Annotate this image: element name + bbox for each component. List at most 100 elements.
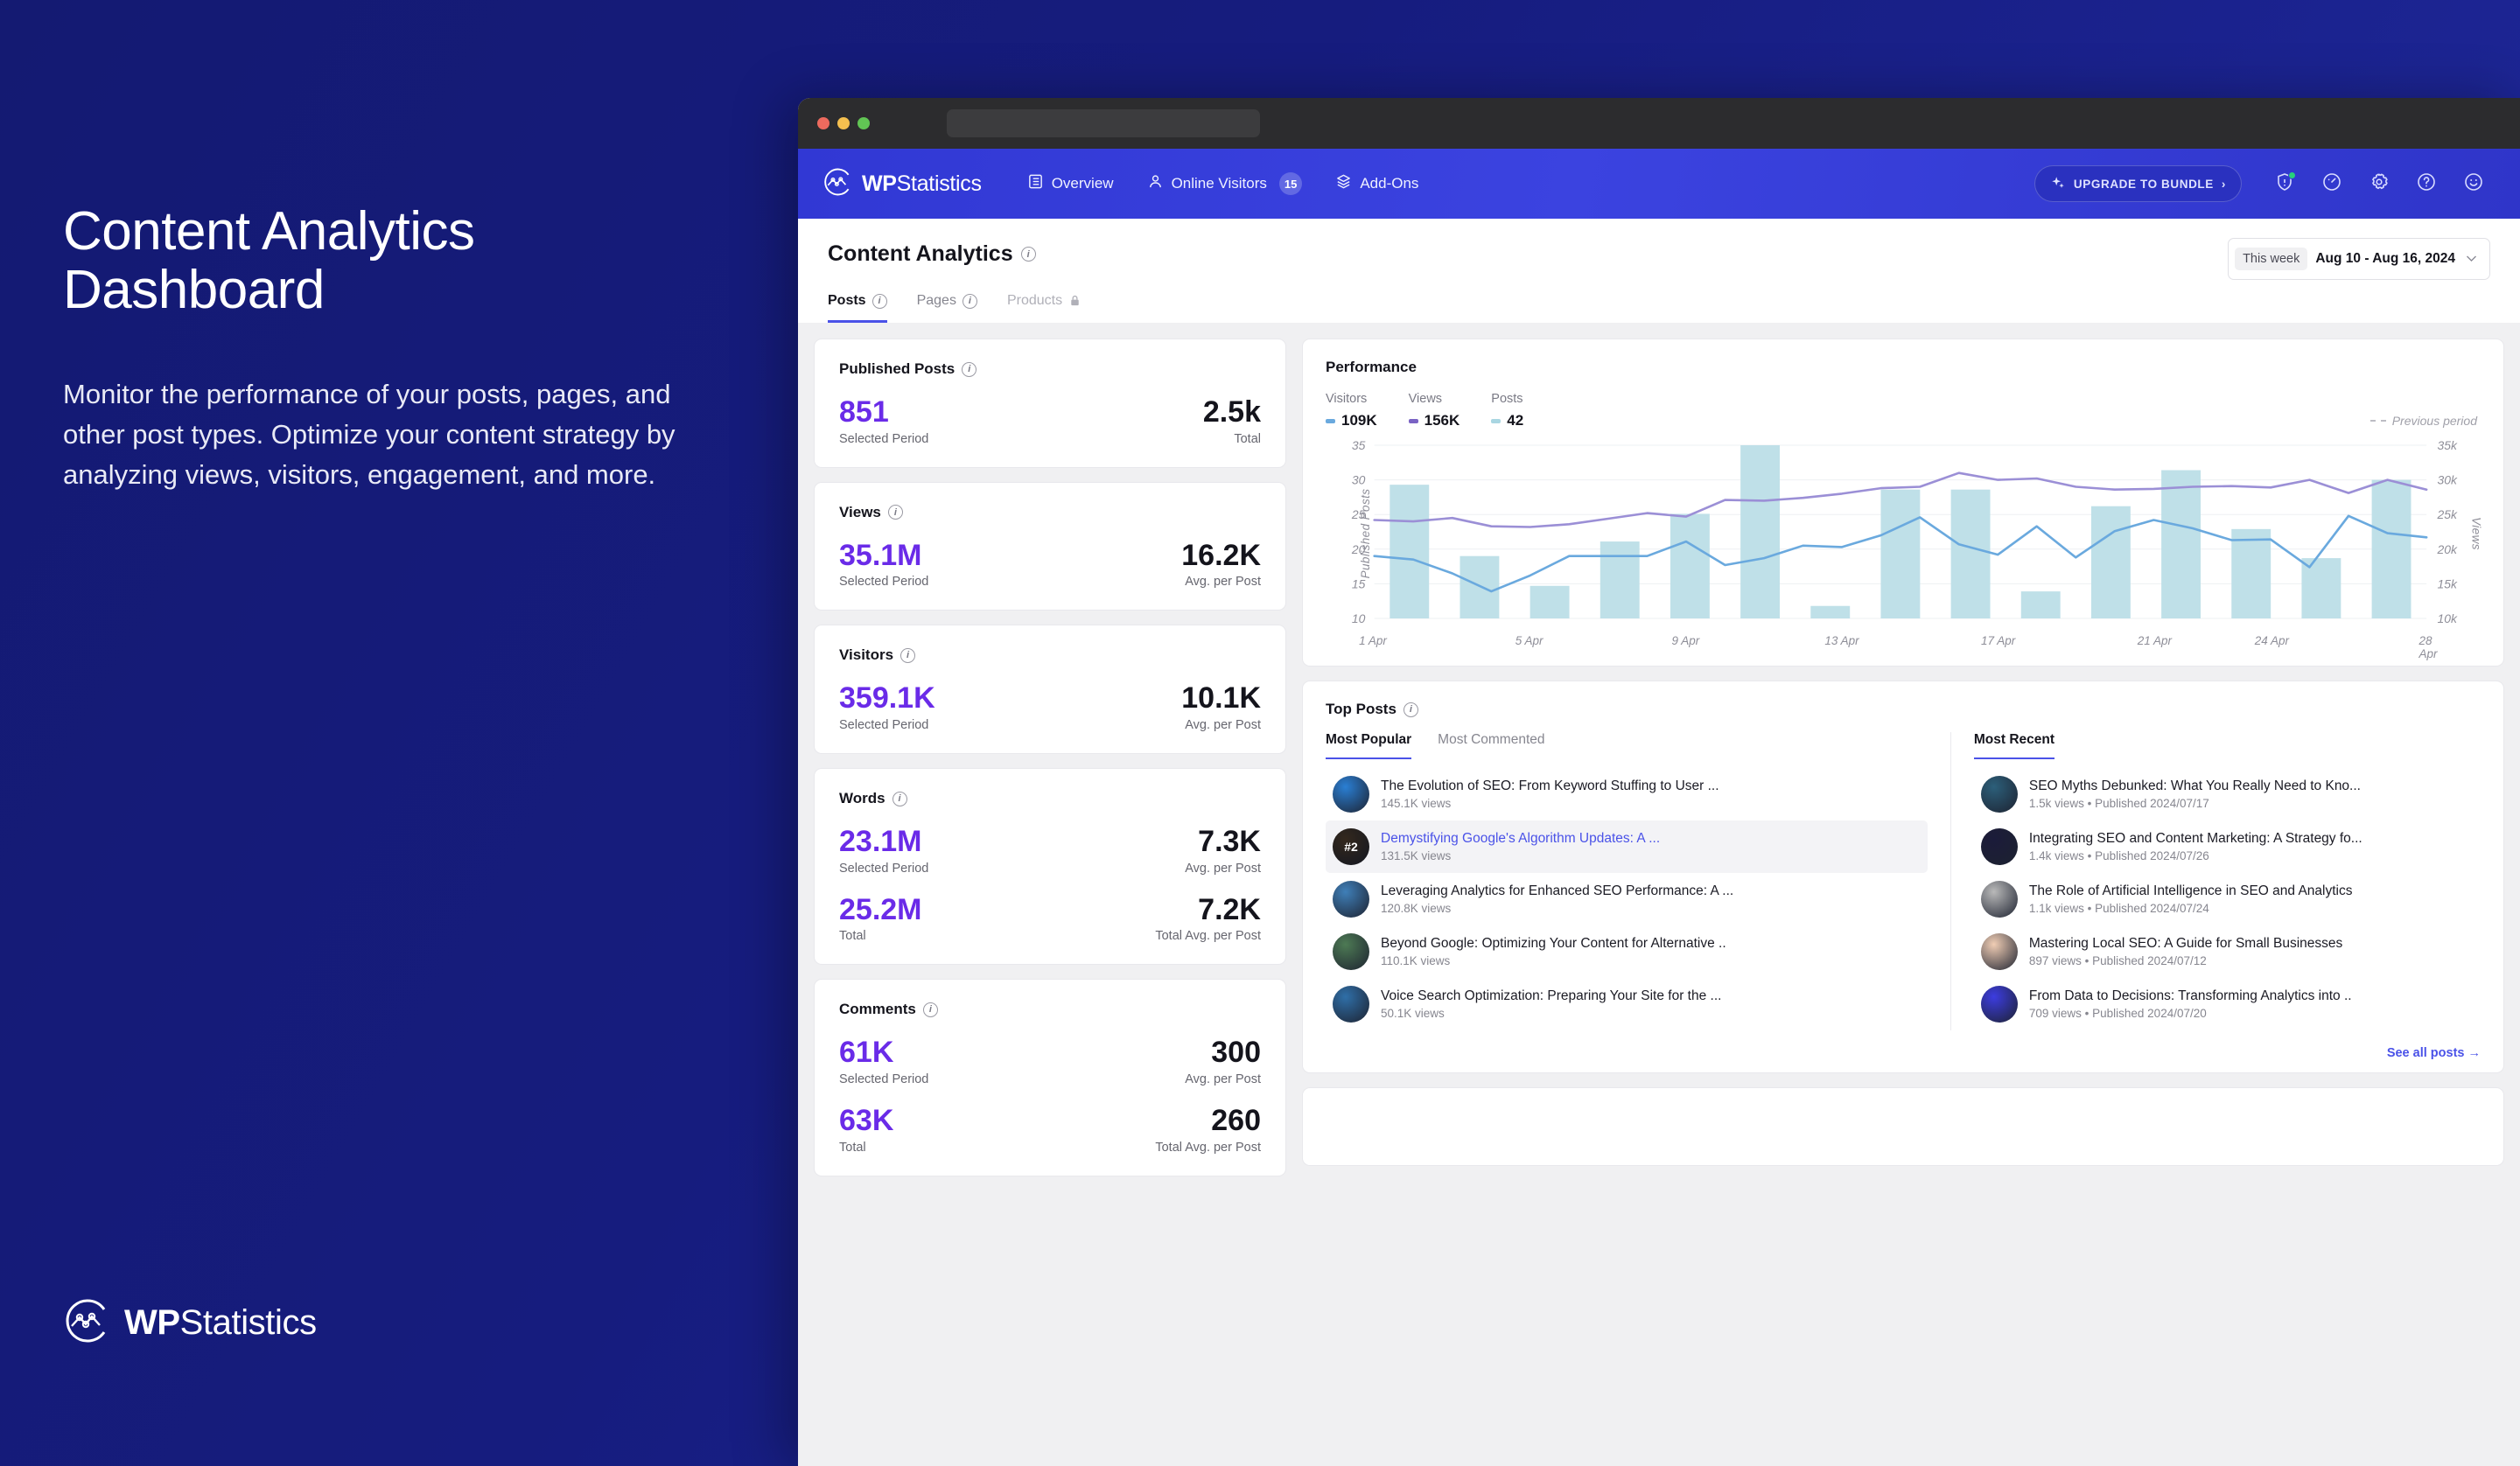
post-title[interactable]: From Data to Decisions: Transforming Ana… (2029, 988, 2474, 1004)
legend-item-posts[interactable]: Posts 42 (1491, 392, 1523, 429)
stat-value: 851 (839, 395, 889, 429)
maximize-window-button[interactable] (858, 117, 870, 129)
shield-alert-icon-button[interactable] (2261, 160, 2308, 207)
post-list-item[interactable]: The Role of Artificial Intelligence in S… (1974, 873, 2481, 925)
post-thumbnail (1980, 881, 2018, 918)
info-icon[interactable]: i (1020, 247, 1036, 262)
minimize-window-button[interactable] (837, 117, 850, 129)
chart-y2-axis-label: Views (2469, 517, 2483, 550)
promo-panel: Content Analytics Dashboard Monitor the … (0, 0, 798, 1466)
see-all-posts-link[interactable]: See all posts → (1303, 1030, 2503, 1060)
info-icon[interactable]: i (900, 647, 916, 663)
post-text: Voice Search Optimization: Preparing You… (1381, 988, 1921, 1020)
stat-card-words: Words i 23.1M Selected Period 7.3K Avg. … (814, 768, 1286, 966)
post-text: The Role of Artificial Intelligence in S… (2029, 883, 2474, 915)
stat-value: 300 (1211, 1036, 1261, 1070)
subtab-most-popular[interactable]: Most Popular (1326, 732, 1412, 759)
post-list-item[interactable]: SEO Myths Debunked: What You Really Need… (1974, 768, 2481, 820)
tab-pages[interactable]: Pages i (917, 293, 977, 323)
date-range-value: Aug 10 - Aug 16, 2024 (2315, 251, 2455, 266)
nav-item-overview[interactable]: Overview (1027, 173, 1114, 194)
post-list-item[interactable]: From Data to Decisions: Transforming Ana… (1974, 978, 2481, 1030)
post-title[interactable]: Mastering Local SEO: A Guide for Small B… (2029, 936, 2474, 952)
info-icon[interactable]: i (872, 293, 887, 309)
page-title: Content Analytics (828, 241, 1013, 266)
post-list-item[interactable]: Leveraging Analytics for Enhanced SEO Pe… (1326, 873, 1928, 925)
nav-item-online-visitors[interactable]: Online Visitors 15 (1147, 172, 1303, 195)
x-axis-tick: 21 Apr (2137, 634, 2172, 647)
upgrade-to-bundle-button[interactable]: UPGRADE TO BUNDLE › (2034, 165, 2242, 202)
svg-text:35: 35 (1352, 439, 1366, 452)
chevron-down-icon (2466, 253, 2477, 265)
post-thumbnail (1333, 986, 1369, 1023)
post-title[interactable]: Demystifying Google's Algorithm Updates:… (1381, 831, 1921, 847)
x-axis-tick: 28 Apr (2418, 634, 2438, 660)
post-list-item[interactable]: Beyond Google: Optimizing Your Content f… (1326, 925, 1928, 978)
post-thumbnail (1333, 881, 1369, 918)
smiley-icon-button[interactable] (2450, 160, 2497, 207)
subtab-most-commented[interactable]: Most Commented (1438, 732, 1544, 759)
legend-item-visitors[interactable]: Visitors 109K (1326, 392, 1377, 429)
svg-text:35k: 35k (2438, 439, 2459, 452)
content-type-tabs: Posts i Pages i Products (828, 293, 2490, 323)
address-bar[interactable] (947, 109, 1260, 137)
gear-icon (2369, 171, 2390, 197)
help-circle-icon-button[interactable] (2403, 160, 2450, 207)
top-posts-title: Top Posts (1326, 701, 1396, 717)
stat-card-title: Published Posts i (839, 360, 1261, 378)
post-text: Mastering Local SEO: A Guide for Small B… (2029, 936, 2474, 967)
tab-posts[interactable]: Posts i (828, 293, 887, 323)
stat-block-right: 2.5k Total (1203, 396, 1261, 445)
info-icon[interactable]: i (922, 1002, 938, 1017)
nav-item-add-ons[interactable]: Add-Ons (1335, 173, 1418, 194)
post-title[interactable]: Beyond Google: Optimizing Your Content f… (1381, 936, 1921, 952)
post-title[interactable]: Leveraging Analytics for Enhanced SEO Pe… (1381, 883, 1921, 899)
stat-value: 7.3K (1198, 825, 1261, 859)
legend-value-row: 156K (1408, 412, 1460, 429)
stat-label: Selected Period (839, 575, 929, 590)
promo-title: Content Analytics Dashboard (63, 201, 475, 320)
chart-x-axis: 1 Apr 5 Apr 9 Apr 13 Apr 17 Apr 21 Apr 24 Apr 2… (1359, 631, 2437, 660)
app-brand[interactable]: WPStatistics (822, 167, 982, 201)
speedometer-icon-button[interactable] (2308, 160, 2356, 207)
legend-name: Posts (1491, 392, 1523, 406)
post-meta: 1.1k views • Published 2024/07/24 (2028, 902, 2209, 915)
post-title[interactable]: SEO Myths Debunked: What You Really Need… (2029, 778, 2474, 794)
post-title[interactable]: The Role of Artificial Intelligence in S… (2029, 883, 2474, 899)
subtab-most-recent[interactable]: Most Recent (1973, 732, 2055, 759)
performance-title: Performance (1326, 359, 1417, 375)
info-icon[interactable]: i (962, 361, 977, 377)
info-icon[interactable]: i (962, 293, 977, 309)
stat-row: 35.1M Selected Period 16.2K Avg. per Pos… (839, 521, 1261, 590)
post-text: From Data to Decisions: Transforming Ana… (2029, 988, 2474, 1020)
date-range-chip: This week (2235, 248, 2308, 270)
post-title[interactable]: The Evolution of SEO: From Keyword Stuff… (1381, 778, 1921, 794)
info-icon[interactable]: i (887, 505, 903, 520)
post-meta: 50.1K views (1381, 1007, 1445, 1020)
tab-products[interactable]: Products (1007, 293, 1082, 323)
post-list-item[interactable]: Mastering Local SEO: A Guide for Small B… (1974, 925, 2481, 978)
gear-icon-button[interactable] (2356, 160, 2403, 207)
chart-legend: Visitors 109K Views 156K Posts 42 Previo… (1326, 392, 2481, 429)
post-title[interactable]: Integrating SEO and Content Marketing: A… (2029, 831, 2474, 847)
post-list-item[interactable]: #2 Demystifying Google's Algorithm Update… (1326, 820, 1928, 873)
post-thumbnail (1333, 933, 1369, 970)
legend-swatch (1408, 418, 1418, 423)
post-list-item[interactable]: Integrating SEO and Content Marketing: A… (1974, 820, 2481, 873)
post-list-item[interactable]: Voice Search Optimization: Preparing You… (1326, 978, 1928, 1030)
info-icon[interactable]: i (892, 791, 907, 806)
window-controls[interactable] (817, 117, 870, 129)
post-title[interactable]: Voice Search Optimization: Preparing You… (1381, 988, 1921, 1004)
post-list-item[interactable]: The Evolution of SEO: From Keyword Stuff… (1326, 768, 1928, 820)
date-range-selector[interactable]: This week Aug 10 - Aug 16, 2024 (2228, 238, 2490, 280)
most-recent-list: SEO Myths Debunked: What You Really Need… (1974, 768, 2481, 1030)
app-navbar: WPStatistics Overview Online Visitors 15… (798, 149, 2520, 219)
wpstatistics-logo-icon (63, 1297, 110, 1349)
stat-label: Avg. per Post (1185, 718, 1261, 733)
stat-value: 23.1M (839, 825, 922, 859)
info-icon[interactable]: i (1403, 702, 1418, 717)
stat-card-title-label: Visitors (839, 646, 894, 664)
close-window-button[interactable] (817, 117, 830, 129)
app-nav-items: Overview Online Visitors 15 Add-Ons (1027, 172, 1418, 195)
legend-item-views[interactable]: Views 156K (1408, 392, 1460, 429)
